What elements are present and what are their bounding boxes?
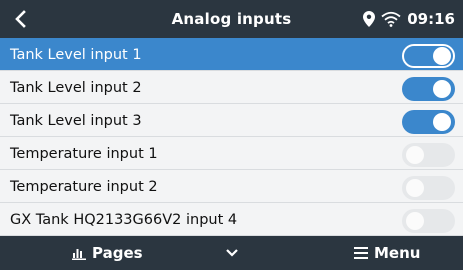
clock: 09:16	[407, 10, 455, 28]
top-bar: Analog inputs 09:16	[0, 0, 463, 38]
toggle-switch[interactable]	[402, 176, 455, 200]
switch-knob	[406, 179, 424, 197]
scroll-down-button[interactable]	[222, 236, 242, 270]
list-item[interactable]: Tank Level input 1	[0, 38, 463, 71]
list-item[interactable]: Tank Level input 3	[0, 104, 463, 137]
item-label: Tank Level input 3	[10, 112, 142, 129]
toggle-switch[interactable]	[402, 143, 455, 167]
chevron-down-icon	[226, 249, 238, 257]
list-item[interactable]: Temperature input 1	[0, 137, 463, 170]
bottom-bar: Pages Menu	[0, 236, 463, 270]
list-item[interactable]: Temperature input 2	[0, 170, 463, 203]
switch-knob	[406, 146, 424, 164]
item-label: Tank Level input 2	[10, 79, 142, 96]
switch-knob	[433, 47, 451, 65]
location-pin-icon	[363, 11, 376, 27]
item-label: GX Tank HQ2133G66V2 input 4	[10, 211, 238, 228]
toggle-switch[interactable]	[402, 77, 455, 101]
toggle-switch[interactable]	[402, 209, 455, 233]
switch-knob	[433, 80, 451, 98]
item-label: Temperature input 2	[10, 178, 158, 195]
pages-label: Pages	[92, 244, 143, 262]
list-item[interactable]: Tank Level input 2	[0, 71, 463, 104]
bar-chart-icon	[72, 248, 86, 260]
list-item[interactable]: GX Tank HQ2133G66V2 input 4	[0, 203, 463, 236]
hamburger-menu-icon	[354, 247, 368, 259]
pages-button[interactable]: Pages	[72, 236, 143, 270]
item-label: Tank Level input 1	[10, 46, 142, 63]
status-area: 09:16	[363, 0, 455, 38]
toggle-switch[interactable]	[402, 44, 455, 68]
menu-label: Menu	[374, 244, 421, 262]
analog-inputs-list: Tank Level input 1 Tank Level input 2 Ta…	[0, 38, 463, 236]
menu-button[interactable]: Menu	[354, 236, 420, 270]
toggle-switch[interactable]	[402, 110, 455, 134]
switch-knob	[433, 113, 451, 131]
item-label: Temperature input 1	[10, 145, 158, 162]
wifi-icon	[381, 11, 401, 27]
switch-knob	[406, 212, 424, 230]
